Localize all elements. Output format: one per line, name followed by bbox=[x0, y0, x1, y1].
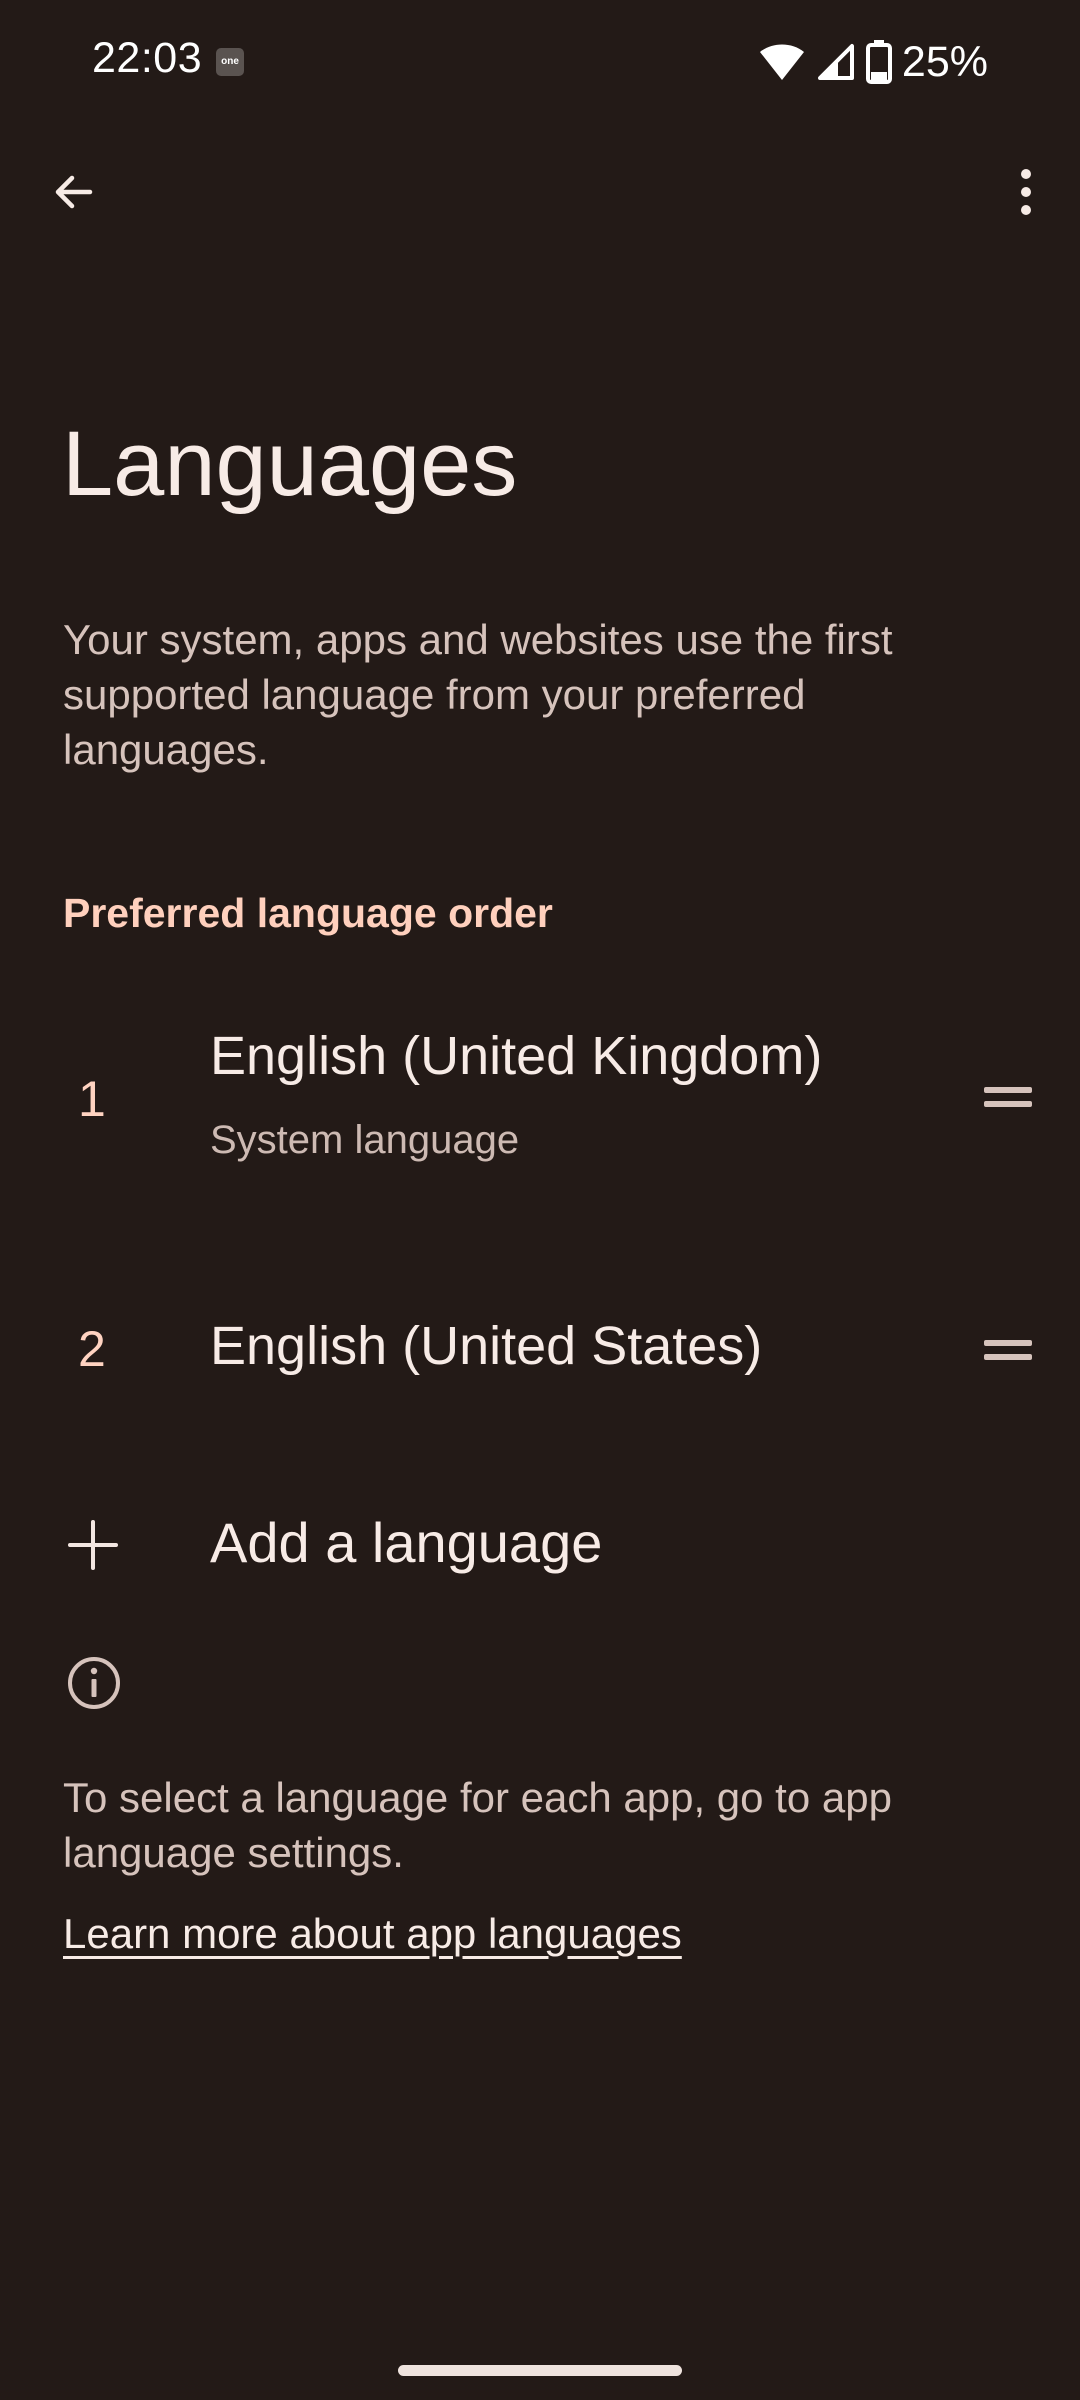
language-name: English (United States) bbox=[210, 1316, 763, 1376]
language-order-number: 2 bbox=[78, 1321, 106, 1377]
notification-app-icon: one bbox=[216, 48, 244, 76]
preferred-language-header: Preferred language order bbox=[63, 890, 553, 936]
language-item-1[interactable]: 1 English (United Kingdom) System langua… bbox=[0, 1000, 1080, 1190]
wifi-icon bbox=[759, 44, 804, 80]
status-bar: 22:03 one 25% bbox=[0, 0, 1080, 124]
info-icon bbox=[68, 1657, 120, 1709]
language-order-number: 1 bbox=[78, 1071, 106, 1127]
battery-percent: 25% bbox=[901, 37, 988, 86]
status-icons: 25% bbox=[758, 30, 988, 94]
page-title: Languages bbox=[62, 413, 518, 515]
drag-handle-icon[interactable] bbox=[984, 1087, 1032, 1117]
page-description: Your system, apps and websites use the f… bbox=[63, 616, 893, 773]
languages-screen: 22:03 one 25% Languages Your system, app… bbox=[0, 0, 1080, 2400]
arrow-back-icon bbox=[55, 175, 93, 209]
more-vert-icon bbox=[1021, 169, 1031, 215]
back-button[interactable] bbox=[30, 148, 118, 236]
add-language-button[interactable]: Add a language bbox=[0, 1490, 1080, 1600]
learn-more-link[interactable]: Learn more about app languages bbox=[63, 1910, 682, 1958]
cell-signal-icon bbox=[817, 44, 854, 80]
app-language-info-text: To select a language for each app, go to… bbox=[63, 1774, 892, 1876]
drag-handle-icon[interactable] bbox=[984, 1340, 1032, 1370]
battery-icon bbox=[865, 40, 892, 84]
add-language-label: Add a language bbox=[210, 1511, 603, 1574]
status-time: 22:03 bbox=[92, 34, 203, 82]
language-item-2[interactable]: 2 English (United States) bbox=[0, 1300, 1080, 1410]
language-name: English (United Kingdom) bbox=[210, 1026, 823, 1086]
plus-icon bbox=[68, 1520, 118, 1570]
more-options-button[interactable] bbox=[982, 148, 1070, 236]
gesture-nav-handle[interactable] bbox=[398, 2365, 682, 2376]
language-subtitle: System language bbox=[210, 1118, 520, 1162]
